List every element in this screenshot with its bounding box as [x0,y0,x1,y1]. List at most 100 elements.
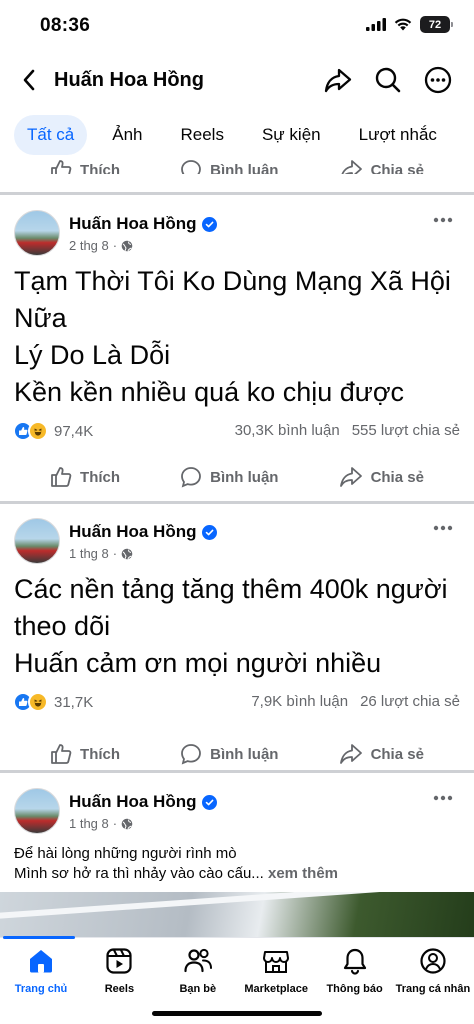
comment-count[interactable]: 7,9K bình luận [251,693,348,710]
bottom-tab-bar: Trang chủ Reels Bạn bè Marketplace Thông… [0,936,474,1024]
divider [0,192,474,195]
filter-all[interactable]: Tất cả [14,115,88,155]
haha-reaction-icon [28,421,48,441]
reaction-count: 97,4K [54,422,94,440]
post-author[interactable]: Huấn Hoa Hồng [69,792,217,812]
tab-friends[interactable]: Bạn bè [160,938,236,995]
share-button[interactable]: Chia sẻ [339,466,424,488]
share-page-button[interactable] [322,64,354,96]
comment-label: Bình luận [210,745,279,763]
author-name[interactable]: Huấn Hoa Hồng [69,214,197,234]
back-button[interactable] [14,65,44,95]
profile-icon [420,948,446,974]
thumbs-up-icon [51,160,72,174]
filter-photos[interactable]: Ảnh [99,115,155,155]
tab-label: Trang cá nhân [395,983,471,995]
post-text: Tạm Thời Tôi Ko Dùng Mạng Xã Hội Nữa Lý … [0,263,474,411]
reels-icon [106,948,132,974]
status-icons: 72 [366,16,453,33]
like-button[interactable]: Thích [50,160,120,174]
like-label: Thích [80,745,121,763]
share-label: Chia sẻ [370,468,424,486]
post-more-button[interactable] [428,518,458,538]
comment-button[interactable]: Bình luận [180,160,278,174]
chevron-left-icon [23,69,35,91]
reactions-summary[interactable]: 31,7K [13,692,93,712]
author-name[interactable]: Huấn Hoa Hồng [69,792,197,812]
post-author[interactable]: Huấn Hoa Hồng [69,214,217,234]
home-icon [30,950,52,973]
post-stats: 31,7K 7,9K bình luận 26 lượt chia sẻ [0,688,474,716]
post-text: Để hài lòng những người rình mò Mình sơ … [0,844,474,884]
tab-notifications[interactable]: Thông báo [317,938,393,995]
thumbs-up-icon [51,744,72,764]
post-more-button[interactable] [428,210,458,230]
share-button[interactable]: Chia sẻ [339,160,424,174]
like-button[interactable]: Thích [50,743,120,765]
post-text-line: Kền kền nhiều quá ko chịu được [14,377,405,407]
post-actions: Thích Bình luận Chia sẻ [0,455,474,499]
globe-icon [121,548,133,559]
filter-tabs: Tất cả Ảnh Reels Sự kiện Lượt nhắc [0,112,474,158]
cellular-signal-icon [366,18,386,31]
post-card: Huấn Hoa Hồng 1 thg 8 · Để hài lòng nhữn… [0,788,474,884]
tab-home[interactable]: Trang chủ [3,938,79,995]
post-date[interactable]: 1 thg 8 [69,816,109,831]
tab-label: Trang chủ [14,983,68,995]
share-count[interactable]: 555 lượt chia sẻ [352,422,460,439]
post-text: Các nền tảng tăng thêm 400k người theo d… [0,571,474,682]
share-icon [341,160,362,174]
post-meta: 1 thg 8 · [69,816,133,831]
avatar[interactable] [14,518,60,564]
post-more-button[interactable] [428,788,458,808]
like-button[interactable]: Thích [50,466,120,488]
reactions-summary[interactable]: 97,4K [13,421,93,441]
search-button[interactable] [372,64,404,96]
comment-label: Bình luận [210,468,279,486]
active-tab-indicator [3,936,75,939]
status-bar: 08:36 72 [0,0,474,50]
home-indicator [152,1011,322,1016]
filter-mentions[interactable]: Lượt nhắc [346,115,450,155]
see-more-link[interactable]: xem thêm [268,865,338,882]
share-count[interactable]: 26 lượt chia sẻ [360,693,460,710]
share-label: Chia sẻ [370,745,424,763]
tab-label: Marketplace [244,983,308,995]
tab-profile[interactable]: Trang cá nhân [395,938,471,995]
post-stats: 97,4K 30,3K bình luận 555 lượt chia sẻ [0,417,474,445]
post-date[interactable]: 2 thg 8 [69,238,109,253]
post-photo[interactable] [0,892,474,937]
tab-marketplace[interactable]: Marketplace [238,938,314,995]
avatar[interactable] [14,788,60,834]
verified-badge-icon [201,524,217,540]
nav-actions [322,64,454,96]
comment-button[interactable]: Bình luận [180,466,278,488]
tab-label: Reels [104,983,135,995]
post-text-line: Tạm Thời Tôi Ko Dùng Mạng Xã Hội Nữa [14,266,451,333]
tab-label: Thông báo [326,983,383,995]
more-options-button[interactable] [422,64,454,96]
post-card: Huấn Hoa Hồng 2 thg 8 · Tạm Thời Tôi Ko … [0,210,474,499]
status-time: 08:36 [40,15,91,36]
globe-icon [121,818,133,829]
comment-bubble-icon [181,744,202,765]
page-title: Huấn Hoa Hồng [54,69,204,91]
comment-count[interactable]: 30,3K bình luận [235,422,340,439]
post-text-line: Lý Do Là Dỗi [14,340,171,370]
filter-events[interactable]: Sự kiện [249,115,334,155]
post-date[interactable]: 1 thg 8 [69,546,109,561]
verified-badge-icon [201,794,217,810]
comment-button[interactable]: Bình luận [180,743,278,765]
marketplace-icon [263,951,290,973]
verified-badge-icon [201,216,217,232]
like-label: Thích [80,161,121,175]
tab-reels[interactable]: Reels [81,938,157,995]
post-author[interactable]: Huấn Hoa Hồng [69,522,217,542]
avatar[interactable] [14,210,60,256]
previous-post-actions: Thích Bình luận Chia sẻ [0,160,474,174]
share-button[interactable]: Chia sẻ [339,743,424,765]
filter-reels[interactable]: Reels [168,115,237,155]
post-meta: 1 thg 8 · [69,546,133,561]
more-dots-icon [433,795,453,801]
author-name[interactable]: Huấn Hoa Hồng [69,522,197,542]
